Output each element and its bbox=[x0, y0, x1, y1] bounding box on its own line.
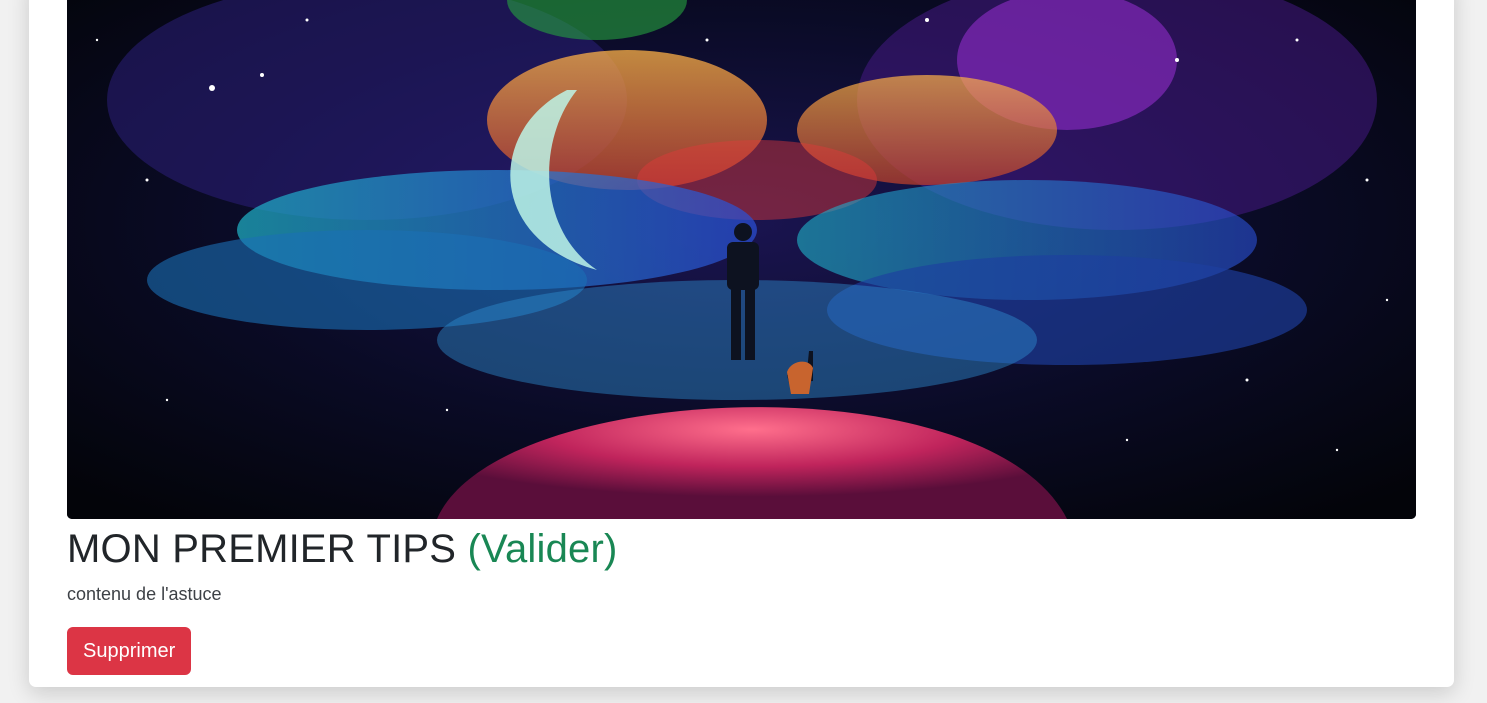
delete-button[interactable]: Supprimer bbox=[67, 627, 192, 675]
tip-content: contenu de l'astuce bbox=[67, 584, 222, 604]
tip-title: MON PREMIER TIPS (Valider) bbox=[67, 525, 618, 573]
tip-card: MON PREMIER TIPS (Valider) contenu de l'… bbox=[29, 0, 1454, 687]
tip-title-text: MON PREMIER TIPS bbox=[67, 527, 457, 571]
cosmic-illustration bbox=[67, 0, 1416, 519]
tip-image bbox=[67, 0, 1416, 519]
status-label: (Valider) bbox=[467, 527, 618, 571]
